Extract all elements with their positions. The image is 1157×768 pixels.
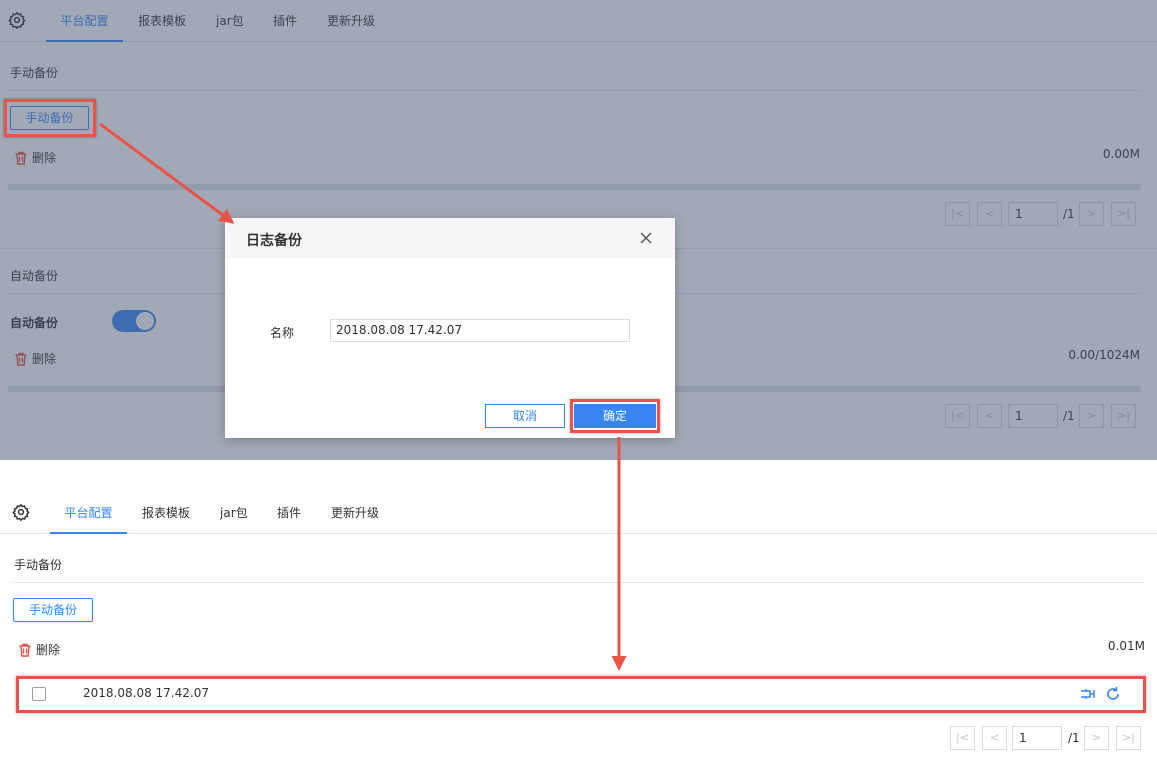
- first-page-button[interactable]: |<: [950, 726, 975, 750]
- dialog-title: 日志备份: [246, 233, 302, 249]
- trash-icon: [19, 643, 31, 657]
- name-input[interactable]: 2018.08.08 17.42.07: [330, 319, 630, 342]
- manual-backup-title: 手动备份: [14, 558, 63, 572]
- last-page-button[interactable]: >|: [1116, 726, 1141, 750]
- delete-button[interactable]: 删除: [18, 641, 60, 658]
- highlight-box: [570, 399, 660, 433]
- tab-report-template[interactable]: 报表模板: [142, 490, 190, 534]
- tab-platform-config[interactable]: 平台配置: [50, 490, 127, 534]
- tab-jar[interactable]: jar包: [220, 490, 248, 534]
- settings-panel-before: 平台配置 报表模板 jar包 插件 更新升级 手动备份 手动备份 删除 0.00…: [0, 0, 1157, 460]
- tab-plugin[interactable]: 插件: [277, 490, 301, 534]
- prev-page-button[interactable]: <: [982, 726, 1007, 750]
- close-icon[interactable]: [639, 231, 653, 245]
- cancel-button[interactable]: 取消: [485, 404, 565, 428]
- delete-label: 删除: [36, 643, 61, 657]
- divider: [12, 582, 1145, 583]
- dialog-header: 日志备份: [225, 218, 675, 258]
- next-page-button[interactable]: >: [1084, 726, 1109, 750]
- manual-backup-size: 0.01M: [1107, 639, 1145, 653]
- highlight-box: [16, 676, 1146, 713]
- name-label: 名称: [270, 326, 295, 340]
- settings-panel-after: 平台配置 报表模板 jar包 插件 更新升级 手动备份 手动备份 删除 0.01…: [0, 490, 1157, 768]
- gear-icon[interactable]: [12, 503, 30, 521]
- backup-dialog: 日志备份 名称 2018.08.08 17.42.07 取消 确定: [225, 218, 675, 438]
- tab-bar: 平台配置 报表模板 jar包 插件 更新升级: [0, 490, 1157, 534]
- manual-backup-button[interactable]: 手动备份: [13, 598, 93, 622]
- highlight-box: [4, 99, 96, 137]
- pager: |< < 1 /1 > >|: [950, 726, 1142, 750]
- page-input[interactable]: 1: [1012, 726, 1062, 750]
- page-total: /1: [1068, 731, 1080, 745]
- tab-upgrade[interactable]: 更新升级: [331, 490, 379, 534]
